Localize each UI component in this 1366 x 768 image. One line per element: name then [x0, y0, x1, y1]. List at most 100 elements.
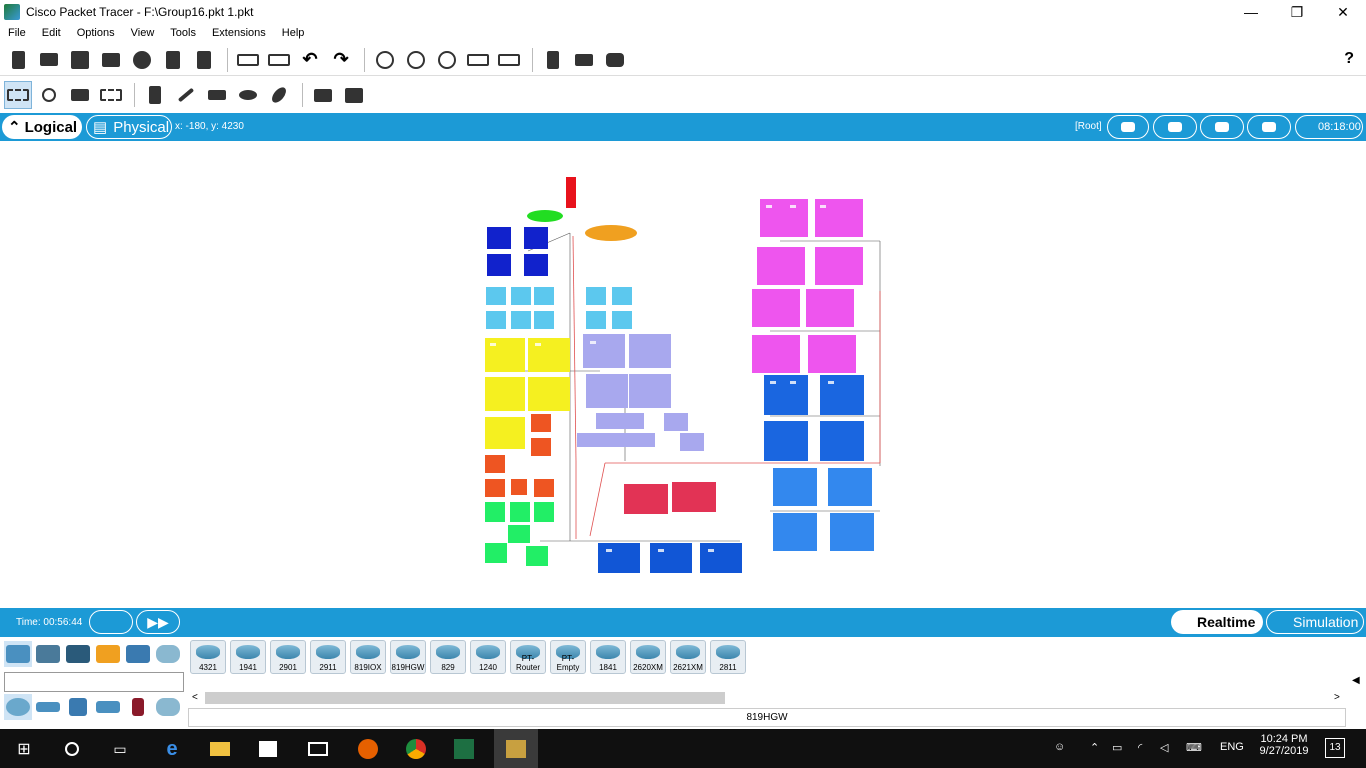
root-breadcrumb[interactable]: [Root] [1075, 121, 1102, 132]
restore-button[interactable]: ❐ [1274, 0, 1320, 24]
start-icon[interactable]: ⊞ [12, 737, 36, 761]
hubs-subcategory[interactable] [64, 694, 92, 720]
set-background-button[interactable] [1247, 115, 1291, 139]
new-cluster-button[interactable] [1153, 115, 1197, 139]
menu-edit[interactable]: Edit [34, 27, 69, 39]
device-1841[interactable]: 1841 [590, 640, 626, 674]
resize-icon[interactable] [97, 81, 125, 109]
redo-icon[interactable]: ↷ [327, 46, 355, 74]
switches-subcategory[interactable] [34, 694, 62, 720]
print-icon[interactable] [97, 46, 125, 74]
zoom-out-icon[interactable] [433, 46, 461, 74]
device-2620xm[interactable]: 2620XM [630, 640, 666, 674]
logical-workspace[interactable] [0, 141, 1366, 608]
file-explorer-icon[interactable] [208, 737, 232, 761]
viewport-time[interactable]: 08:18:00 [1295, 115, 1363, 139]
inspect-icon[interactable] [35, 81, 63, 109]
keyboard-icon[interactable]: ⌨ [1186, 741, 1202, 754]
search-icon[interactable] [60, 737, 84, 761]
device-scrollbar-thumb[interactable] [205, 692, 725, 704]
firefox-icon[interactable] [356, 737, 380, 761]
fast-forward-button[interactable]: ▶▶ [136, 610, 180, 634]
show-hidden-icon[interactable]: ⌃ [1090, 741, 1099, 754]
device-829[interactable]: 829 [430, 640, 466, 674]
task-view-icon[interactable]: ▭ [108, 737, 132, 761]
language-indicator[interactable]: ENG [1220, 741, 1244, 753]
text-editor-icon[interactable] [539, 46, 567, 74]
device-2811[interactable]: 2811 [710, 640, 746, 674]
mail-icon[interactable] [306, 737, 330, 761]
line-icon[interactable] [172, 81, 200, 109]
zoom-in-icon[interactable] [371, 46, 399, 74]
device-4321[interactable]: 4321 [190, 640, 226, 674]
close-button[interactable]: ✕ [1320, 0, 1366, 24]
save-icon[interactable] [66, 46, 94, 74]
minimize-button[interactable]: — [1228, 0, 1274, 24]
copy-icon[interactable] [234, 46, 262, 74]
menu-tools[interactable]: Tools [162, 27, 204, 39]
wan-emulation-subcategory[interactable] [154, 694, 182, 720]
help-button[interactable]: ? [1344, 50, 1354, 68]
menu-file[interactable]: File [0, 27, 34, 39]
new-icon[interactable] [4, 46, 32, 74]
cloud-zone-orange[interactable] [585, 225, 637, 241]
scroll-right-arrow[interactable]: > [1334, 692, 1340, 703]
battery-icon[interactable]: ▭ [1112, 741, 1122, 754]
excel-icon[interactable] [452, 737, 476, 761]
freeform-icon[interactable] [265, 81, 293, 109]
ellipse-icon[interactable] [234, 81, 262, 109]
device-pt-router[interactable]: PT-Router [510, 640, 546, 674]
components-category[interactable] [64, 641, 92, 667]
device-2911[interactable]: 2911 [310, 640, 346, 674]
device-pt-empty[interactable]: PT-Empty [550, 640, 586, 674]
store-icon[interactable] [256, 737, 280, 761]
network-wizard-icon[interactable] [159, 46, 187, 74]
simulation-mode-button[interactable]: Simulation [1266, 610, 1364, 634]
menu-options[interactable]: Options [69, 27, 123, 39]
tab-physical[interactable]: ▤ Physical [86, 115, 172, 139]
connections-category[interactable] [94, 641, 122, 667]
device-1941[interactable]: 1941 [230, 640, 266, 674]
cloud-zone-green[interactable] [527, 210, 563, 222]
simple-pdu-icon[interactable] [309, 81, 337, 109]
wifi-icon[interactable]: ◜ [1138, 741, 1142, 754]
menu-extensions[interactable]: Extensions [204, 27, 274, 39]
menu-view[interactable]: View [123, 27, 163, 39]
activity-wizard-icon[interactable] [190, 46, 218, 74]
pdu-list-icon[interactable] [570, 46, 598, 74]
open-icon[interactable] [35, 46, 63, 74]
info-icon[interactable] [128, 46, 156, 74]
move-object-button[interactable] [1200, 115, 1244, 139]
security-subcategory[interactable] [124, 694, 152, 720]
miscellaneous-category[interactable] [124, 641, 152, 667]
routers-subcategory[interactable] [4, 694, 32, 720]
panel-collapse-arrow[interactable]: ◀ [1352, 675, 1360, 686]
rectangle-icon[interactable] [203, 81, 231, 109]
end-devices-category[interactable] [34, 641, 62, 667]
packet-tracer-taskbar-icon[interactable] [494, 729, 538, 768]
network-devices-category[interactable] [4, 641, 32, 667]
scroll-left-arrow[interactable]: < [192, 692, 198, 703]
notifications-badge[interactable]: 13 [1325, 738, 1345, 758]
device-1240[interactable]: 1240 [470, 640, 506, 674]
realtime-mode-button[interactable]: Realtime [1171, 610, 1263, 634]
drawing-palette-icon[interactable] [464, 46, 492, 74]
device-2621xm[interactable]: 2621XM [670, 640, 706, 674]
back-button[interactable] [1107, 115, 1149, 139]
select-icon[interactable] [4, 81, 32, 109]
tab-logical[interactable]: ⌃ Logical [2, 115, 82, 139]
people-icon[interactable]: ☺ [1054, 741, 1065, 753]
wireless-subcategory[interactable] [94, 694, 122, 720]
chrome-icon[interactable] [404, 737, 428, 761]
server-rack[interactable] [566, 177, 576, 208]
note-icon[interactable] [141, 81, 169, 109]
custom-device-icon[interactable] [495, 46, 523, 74]
multiuser-category[interactable] [154, 641, 182, 667]
delete-icon[interactable] [66, 81, 94, 109]
paste-icon[interactable] [265, 46, 293, 74]
cloud-icon[interactable] [601, 46, 629, 74]
power-cycle-button[interactable] [89, 610, 133, 634]
device-2901[interactable]: 2901 [270, 640, 306, 674]
device-819hgw[interactable]: 819HGW [390, 640, 426, 674]
menu-help[interactable]: Help [274, 27, 313, 39]
